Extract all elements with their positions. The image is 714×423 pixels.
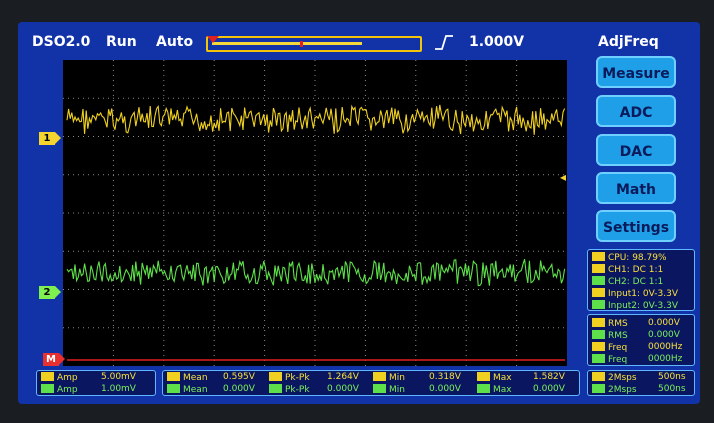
status-panel: CPU: 98.79% CH1: DC 1:1 CH2: DC 1:1 Inpu…: [587, 249, 695, 311]
amp-box: Amp 5.00mV Amp 1.00mV: [36, 370, 156, 396]
pkpk2-label: Pk-Pk: [285, 385, 310, 395]
max1-label: Max: [493, 373, 512, 383]
ch2-coupling: CH2: DC 1:1: [608, 277, 664, 287]
amp1-value: 5.00mV: [101, 372, 136, 382]
ch2-time-div: 500ns: [658, 384, 686, 394]
mean1-value: 0.595V: [223, 372, 255, 382]
rms1-label: RMS: [608, 319, 628, 329]
ch1-marker[interactable]: 1: [39, 132, 61, 145]
top-status-bar: DSO2.0 Run Auto 1.000V AdjFreq: [18, 22, 700, 58]
input2-range: Input2: 0V-3.3V: [608, 301, 678, 311]
cpu-usage: CPU: 98.79%: [608, 253, 667, 263]
ch2-trace: [66, 259, 566, 287]
ch1-swatch: [592, 264, 605, 273]
mean2-swatch: [167, 384, 180, 393]
rms1-value: 0.000V: [648, 318, 680, 328]
pkpk2-value: 0.000V: [327, 384, 359, 394]
max1-value: 1.582V: [533, 372, 565, 382]
pkpk1-value: 1.264V: [327, 372, 359, 382]
tb1-swatch: [592, 372, 605, 381]
max2-swatch: [477, 384, 490, 393]
pkpk1-label: Pk-Pk: [285, 373, 310, 383]
mean1-label: Mean: [183, 373, 208, 383]
measure-button[interactable]: Measure: [596, 56, 676, 88]
min2-label: Min: [389, 385, 405, 395]
model-name: DSO2.0: [32, 34, 91, 50]
trigger-level-arrow-icon[interactable]: ◂: [560, 170, 566, 184]
stats-box: Mean 0.595V Mean 0.000V Pk-Pk 1.264V Pk-…: [162, 370, 580, 396]
settings-button[interactable]: Settings: [596, 210, 676, 242]
ch1-trace: [66, 104, 566, 135]
rms1-swatch: [592, 318, 605, 327]
run-state[interactable]: Run: [106, 34, 137, 50]
tb2-swatch: [592, 384, 605, 393]
ch2-marker[interactable]: 2: [39, 286, 61, 299]
freq1-label: Freq: [608, 343, 628, 353]
trigger-level[interactable]: 1.000V: [469, 34, 524, 50]
input1-range: Input1: 0V-3.3V: [608, 289, 678, 299]
mean1-swatch: [167, 372, 180, 381]
min1-value: 0.318V: [429, 372, 461, 382]
trigger-bar-fill: [212, 42, 362, 45]
pkpk1-swatch: [269, 372, 282, 381]
rising-edge-icon: [435, 35, 453, 50]
max2-label: Max: [493, 385, 512, 395]
freq2-label: Freq: [608, 355, 628, 365]
amp2-label: Amp: [57, 385, 78, 395]
amp2-value: 1.00mV: [101, 384, 136, 394]
freq1-value: 0000Hz: [648, 342, 683, 352]
mean2-value: 0.000V: [223, 384, 255, 394]
rms2-value: 0.000V: [648, 330, 680, 340]
freq2-swatch: [592, 354, 605, 363]
math-button[interactable]: Math: [596, 172, 676, 204]
ch1-sample-rate: 2Msps: [608, 373, 637, 383]
freq1-swatch: [592, 342, 605, 351]
amp1-label: Amp: [57, 373, 78, 383]
min1-label: Min: [389, 373, 405, 383]
ch1-coupling: CH1: DC 1:1: [608, 265, 664, 275]
adc-button[interactable]: ADC: [596, 95, 676, 127]
dac-button[interactable]: DAC: [596, 134, 676, 166]
measure-panel: RMS 0.000V RMS 0.000V Freq 0000Hz Freq 0…: [587, 314, 695, 366]
amp2-swatch: [41, 384, 54, 393]
freq2-value: 0000Hz: [648, 354, 683, 364]
waveform-display[interactable]: [63, 60, 567, 366]
ch2-sample-rate: 2Msps: [608, 385, 637, 395]
trigger-position-bar[interactable]: [206, 36, 422, 52]
menu-title: AdjFreq: [598, 34, 659, 50]
waveform-canvas: [63, 60, 567, 366]
min1-swatch: [373, 372, 386, 381]
trigger-position-marker: [300, 41, 303, 47]
max2-value: 0.000V: [533, 384, 565, 394]
ch2-swatch: [592, 276, 605, 285]
cpu-swatch: [592, 252, 605, 261]
input2-swatch: [592, 300, 605, 309]
oscilloscope-screen: DSO2.0 Run Auto 1.000V AdjFreq 1 2 M ◂ M…: [18, 22, 700, 404]
ch1-time-div: 500ns: [658, 372, 686, 382]
amp1-swatch: [41, 372, 54, 381]
trigger-arrow-icon: [207, 36, 219, 43]
rms2-swatch: [592, 330, 605, 339]
trigger-mode[interactable]: Auto: [156, 34, 193, 50]
pkpk2-swatch: [269, 384, 282, 393]
rms2-label: RMS: [608, 331, 628, 341]
max1-swatch: [477, 372, 490, 381]
input1-swatch: [592, 288, 605, 297]
math-marker[interactable]: M: [43, 353, 65, 366]
timebase-panel: 2Msps 500ns 2Msps 500ns: [587, 370, 695, 396]
min2-swatch: [373, 384, 386, 393]
mean2-label: Mean: [183, 385, 208, 395]
min2-value: 0.000V: [429, 384, 461, 394]
